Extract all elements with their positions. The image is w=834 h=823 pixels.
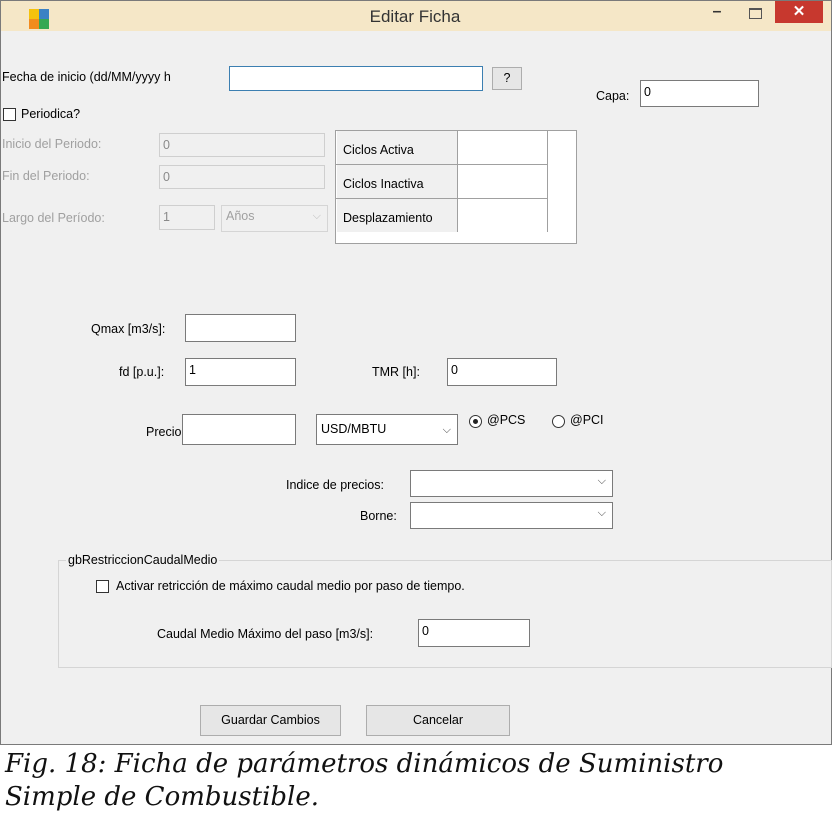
grid-row-header: Ciclos Activa: [337, 131, 458, 164]
precio-label: Precio:: [146, 425, 185, 439]
chevron-down-icon: ⌵: [442, 424, 451, 436]
precio-input[interactable]: [182, 414, 296, 445]
indice-precios-select[interactable]: ⌵: [410, 470, 613, 497]
periodica-checkbox[interactable]: [3, 108, 16, 121]
pci-radio-label: @PCI: [570, 413, 604, 427]
fd-label: fd [p.u.]:: [119, 365, 165, 379]
caudal-medio-input[interactable]: 0: [418, 619, 530, 647]
grid-row-header: Ciclos Inactiva: [337, 165, 458, 198]
activar-restriccion-checkbox[interactable]: [96, 580, 109, 593]
unidad-periodo-value: Años: [226, 209, 255, 223]
caption-line-2: Simple de Combustible.: [5, 782, 319, 812]
precio-unidad-select[interactable]: USD/MBTU ⌵: [316, 414, 458, 445]
fecha-inicio-input[interactable]: [229, 66, 483, 91]
qmax-input[interactable]: [185, 314, 296, 342]
pcs-radio-label: @PCS: [487, 413, 526, 427]
chevron-down-icon: ⌵: [312, 210, 321, 222]
periodica-label: Periodica?: [21, 107, 81, 121]
groupbox-title: gbRestriccionCaudalMedio: [66, 553, 220, 567]
cancelar-button[interactable]: Cancelar: [366, 705, 510, 736]
largo-periodo-input[interactable]: 1: [159, 205, 215, 230]
caudal-medio-label: Caudal Medio Máximo del paso [m3/s]:: [157, 627, 374, 641]
minimize-button[interactable]: –: [701, 1, 733, 25]
maximize-button[interactable]: [738, 1, 770, 25]
ciclos-grid: Ciclos Activa Ciclos Inactiva Desplazami…: [335, 130, 577, 244]
pcs-radio[interactable]: [469, 415, 482, 428]
qmax-label: Qmax [m3/s]:: [91, 322, 166, 336]
guardar-cambios-button[interactable]: Guardar Cambios: [200, 705, 341, 736]
fecha-help-button[interactable]: ?: [492, 67, 522, 90]
radio-selected-dot: [473, 419, 478, 424]
ciclos-inactiva-cell[interactable]: [458, 165, 548, 198]
ciclos-activa-cell[interactable]: [458, 131, 548, 164]
caption-line-1: Fig. 18: Ficha de parámetros dinámicos d…: [5, 749, 724, 779]
chevron-down-icon: ⌵: [597, 475, 606, 487]
chevron-down-icon: ⌵: [597, 507, 606, 519]
unidad-periodo-select[interactable]: Años ⌵: [221, 205, 328, 232]
pci-radio[interactable]: [552, 415, 565, 428]
grid-row: Desplazamiento: [336, 199, 548, 233]
precio-unidad-value: USD/MBTU: [321, 422, 387, 436]
fin-periodo-label: Fin del Periodo:: [2, 169, 90, 183]
activar-restriccion-label: Activar retricción de máximo caudal medi…: [116, 579, 465, 593]
grid-row-header: Desplazamiento: [337, 199, 458, 232]
capa-input[interactable]: 0: [640, 80, 759, 107]
inicio-periodo-label: Inicio del Periodo:: [2, 137, 102, 151]
figure-caption: Fig. 18: Ficha de parámetros dinámicos d…: [5, 748, 723, 814]
maximize-icon: [749, 8, 762, 19]
grid-row: Ciclos Activa: [336, 131, 548, 165]
indice-precios-label: Indice de precios:: [286, 478, 384, 492]
capa-label: Capa:: [596, 89, 630, 103]
fd-input[interactable]: 1: [185, 358, 296, 386]
fecha-inicio-label: Fecha de inicio (dd/MM/yyyy h: [2, 70, 171, 84]
restriccion-groupbox: [58, 560, 832, 668]
fin-periodo-input[interactable]: 0: [159, 165, 325, 189]
tmr-input[interactable]: 0: [447, 358, 557, 386]
tmr-label: TMR [h]:: [372, 365, 420, 379]
desplazamiento-cell[interactable]: [458, 199, 548, 232]
borne-select[interactable]: ⌵: [410, 502, 613, 529]
inicio-periodo-input[interactable]: 0: [159, 133, 325, 157]
close-button[interactable]: ✕: [775, 1, 823, 23]
grid-row: Ciclos Inactiva: [336, 165, 548, 199]
largo-periodo-label: Largo del Período:: [2, 211, 105, 225]
borne-label: Borne:: [360, 509, 397, 523]
